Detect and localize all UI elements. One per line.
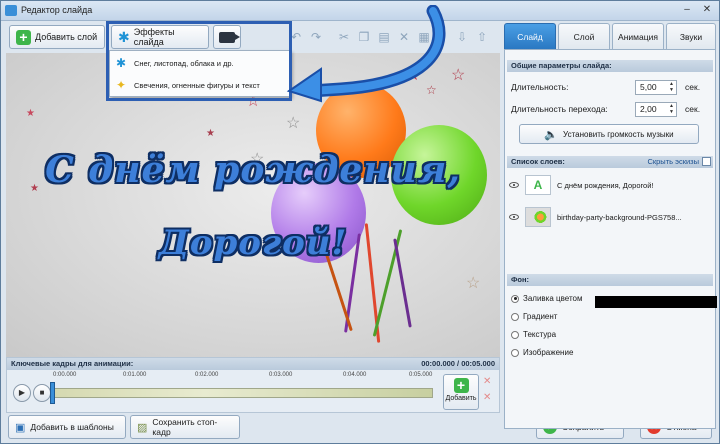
tab-slide[interactable]: Слайд [504, 23, 556, 49]
tick-label: 0:05.000 [409, 372, 433, 378]
thumbs-toggle-icon[interactable] [702, 157, 711, 166]
star-decoration: ★ [206, 128, 215, 139]
plus-icon: + [453, 378, 469, 393]
star-decoration: ☆ [466, 275, 481, 292]
music-volume-button[interactable]: 🔈 Установить громкость музыки [519, 124, 699, 144]
save-frame-button[interactable]: ▨ Сохранить стоп-кадр [130, 415, 240, 439]
add-to-templates-button[interactable]: ▣ Добавить в шаблоны [8, 415, 126, 439]
panel-tabs: Слайд Слой Анимация Звуки [504, 23, 716, 49]
stepper-arrows-icon[interactable]: ▲ ▼ [669, 103, 674, 115]
bg-option-label: Текстура [523, 330, 557, 339]
duration-label: Длительность: [511, 82, 569, 92]
fill-color-swatch[interactable] [595, 296, 717, 308]
hide-thumbs-link[interactable]: Скрыть эскизы [647, 156, 699, 168]
duration-value: 5,00 [640, 82, 657, 92]
layers-header: Список слоев: Скрыть эскизы [507, 156, 713, 168]
add-layer-button[interactable]: + Добавить слой [9, 25, 105, 49]
tick-label: 0:03.000 [269, 372, 293, 378]
add-keyframe-button[interactable]: + Добавить [443, 374, 479, 410]
star-decoration: ★ [26, 108, 35, 119]
general-params-header: Общие параметры слайда: [507, 60, 713, 72]
visibility-eye-icon[interactable] [509, 214, 519, 220]
bg-option-label: Заливка цветом [523, 294, 583, 303]
text-layer-icon: A [533, 178, 543, 192]
move-up-icon[interactable]: ⇧ [473, 27, 491, 47]
play-button[interactable]: ▶ [13, 384, 31, 402]
highlight-frame [106, 21, 292, 101]
tick-label: 0:04.000 [343, 372, 367, 378]
bg-option-image[interactable]: Изображение [511, 348, 573, 357]
save-frame-label: Сохранить стоп-кадр [152, 417, 218, 437]
pointer-arrow [286, 5, 446, 103]
clear-keyframes-icon[interactable]: ✕ [483, 392, 491, 403]
time-readout: 00:00.000 / 00:05.000 [421, 359, 495, 368]
tab-sounds[interactable]: Звуки [666, 23, 716, 49]
radio-icon [511, 330, 519, 339]
app-icon [5, 5, 17, 16]
add-keyframe-label: Добавить [445, 395, 477, 402]
visibility-eye-icon[interactable] [509, 182, 519, 188]
greeting-line-2[interactable]: Дорогой! [6, 223, 500, 263]
duration-unit: сек. [685, 82, 701, 92]
keyframes-timeline: Ключевые кадры для анимации: 00:00.000 /… [6, 357, 500, 413]
template-icon: ▣ [15, 421, 26, 434]
stepper-arrows-icon[interactable]: ▲ ▼ [669, 81, 674, 93]
stop-button[interactable]: ■ [33, 384, 51, 402]
image-icon: ▨ [137, 421, 148, 434]
transition-unit: сек. [685, 104, 701, 114]
bg-option-label: Градиент [523, 312, 558, 321]
duration-stepper[interactable]: 5,00 ▲ ▼ [635, 80, 677, 95]
bg-option-label: Изображение [523, 348, 574, 357]
speaker-icon: 🔈 [544, 128, 559, 141]
layer-item-image[interactable]: birthday-party-background-PGS758... [509, 204, 713, 230]
timeline-track[interactable] [53, 388, 433, 398]
layer-item-text[interactable]: A С днём рождения, Дорогой! [509, 172, 713, 198]
playhead-handle[interactable] [50, 382, 55, 404]
image-layer-thumbnail [525, 207, 551, 227]
transition-duration-label: Длительность перехода: [511, 104, 608, 114]
close-window-button[interactable]: ✕ [699, 3, 715, 17]
transition-duration-stepper[interactable]: 2,00 ▲ ▼ [635, 102, 677, 117]
text-layer-thumbnail: A [525, 175, 551, 195]
layer-name: birthday-party-background-PGS758... [557, 212, 682, 222]
delete-keyframe-icon[interactable]: ✕ [483, 376, 491, 387]
radio-icon [511, 312, 519, 321]
slide-editor-window: Редактор слайда – ✕ + Добавить слой ✱ Эф… [0, 0, 720, 444]
transition-duration-value: 2,00 [640, 104, 657, 114]
tick-label: 0:00.000 [53, 372, 77, 378]
slide-tab-content: Общие параметры слайда: Длительность: 5,… [504, 49, 717, 429]
bg-option-gradient[interactable]: Градиент [511, 312, 557, 321]
music-volume-label: Установить громкость музыки [563, 129, 674, 139]
tick-label: 0:01.000 [123, 372, 147, 378]
radio-icon [511, 348, 519, 357]
timeline-header: Ключевые кадры для анимации: 00:00.000 /… [7, 358, 499, 370]
tick-label: 0:02.000 [195, 372, 219, 378]
plus-icon: + [16, 29, 31, 45]
timeline-title: Ключевые кадры для анимации: [11, 359, 134, 368]
minimize-button[interactable]: – [679, 3, 695, 17]
background-header: Фон: [507, 274, 713, 286]
star-decoration: ☆ [286, 115, 301, 132]
bg-option-texture[interactable]: Текстура [511, 330, 556, 339]
greeting-line-1[interactable]: С днём рождения, [6, 149, 500, 191]
radio-selected-icon [511, 294, 519, 303]
window-title: Редактор слайда [21, 5, 93, 15]
tab-animation[interactable]: Анимация [612, 23, 664, 49]
add-layer-label: Добавить слой [35, 32, 98, 42]
layer-name: С днём рождения, Дорогой! [557, 180, 654, 190]
bg-option-color-fill[interactable]: Заливка цветом [511, 294, 717, 308]
layers-header-label: Список слоев: [511, 157, 565, 166]
properties-panel: Слайд Слой Анимация Звуки Общие параметр… [504, 23, 717, 429]
add-to-templates-label: Добавить в шаблоны [30, 422, 114, 432]
timeline-ruler[interactable]: 0:00.000 0:01.000 0:02.000 0:03.000 0:04… [50, 372, 433, 410]
tab-layer[interactable]: Слой [558, 23, 610, 49]
